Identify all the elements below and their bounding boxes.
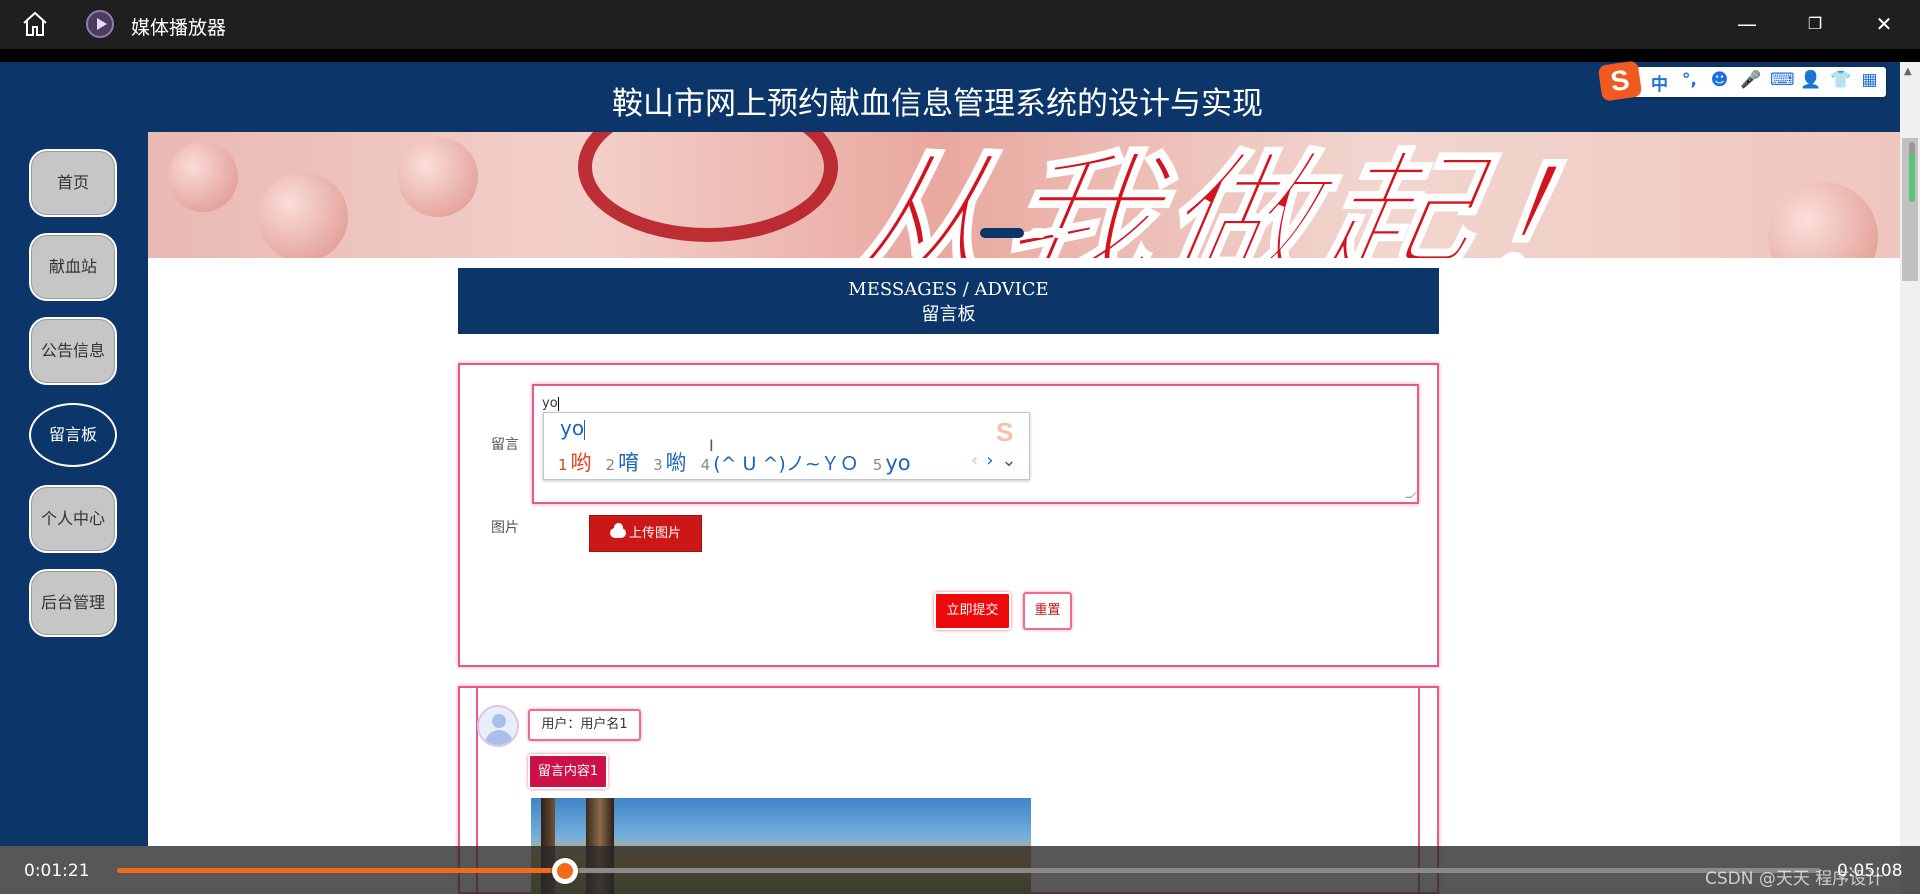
image-label: 图片 [491, 520, 519, 536]
banner-decoration [258, 172, 348, 258]
sidebar-item-announcements[interactable]: 公告信息 [29, 317, 117, 385]
message-content: 留言内容1 [528, 754, 608, 789]
seek-handle[interactable] [552, 858, 578, 884]
site-title: 鞍山市网上预约献血信息管理系统的设计与实现 [612, 86, 1263, 122]
sidebar-item-profile[interactable]: 个人中心 [29, 485, 117, 553]
sogou-logo-icon[interactable]: S [1597, 60, 1643, 102]
avatar [477, 705, 519, 747]
banner-slogan: 从我做起！ [829, 136, 1653, 259]
home-icon[interactable] [20, 11, 50, 37]
ime-candidate[interactable]: 2唷 [606, 447, 640, 477]
sidebar: 首页 献血站 公告信息 留言板 个人中心 后台管理 [0, 132, 148, 846]
ime-candidate[interactable]: 4 (^ U ^)ノ~ＹＯ [701, 449, 859, 476]
skin-icon[interactable]: 👕 [1830, 70, 1851, 95]
carousel-dot[interactable] [1030, 228, 1046, 238]
sidebar-item-message-board[interactable]: 留言板 [29, 403, 117, 467]
minimize-button[interactable]: — [1729, 8, 1765, 40]
ime-candidate[interactable]: 1哟 [558, 447, 592, 477]
close-button[interactable]: ✕ [1866, 8, 1902, 40]
banner-decoration [1768, 182, 1878, 258]
ime-prev-page-icon[interactable]: ‹ [971, 450, 978, 471]
microphone-icon[interactable]: 🎤 [1740, 70, 1761, 95]
ime-candidate-popup: yo S 1哟 2唷 3喲 4 (^ U ^)ノ~ＹＯ 5 yo ‹ › ⌄ [543, 412, 1030, 480]
ime-toolbar: S 中 °, ☻ 🎤 ⌨ 👤 👕 ▦ [1597, 60, 1886, 102]
message-label: 留言 [491, 437, 519, 453]
emoji-icon[interactable]: ☻ [1710, 70, 1729, 95]
section-title: MESSAGES / ADVICE 留言板 [458, 268, 1439, 334]
message-user-label: 用户：用户名1 [528, 709, 641, 741]
player-titlebar: 媒体播放器 — ❐ ✕ [0, 0, 1920, 49]
punctuation-icon[interactable]: °, [1680, 70, 1699, 95]
player-title: 媒体播放器 [131, 17, 227, 39]
seek-bar-progress [117, 868, 565, 873]
zh-mode-icon[interactable]: 中 [1650, 70, 1669, 95]
ime-candidate[interactable]: 5 yo [873, 451, 911, 475]
ime-next-page-icon[interactable]: › [986, 450, 993, 471]
banner-decoration [168, 142, 238, 212]
section-title-en: MESSAGES / ADVICE [848, 279, 1049, 300]
total-time: 0:05:08 [1837, 861, 1903, 881]
carousel-dot-active[interactable] [980, 228, 1024, 238]
banner-ribbon [578, 132, 838, 242]
ime-composition: yo [560, 416, 586, 440]
banner-decoration [398, 137, 478, 217]
user-icon[interactable]: 👤 [1800, 70, 1821, 95]
ime-expand-icon[interactable]: ⌄ [1001, 450, 1016, 471]
message-typed-text: yo [542, 396, 559, 411]
submit-button[interactable]: 立即提交 [934, 592, 1011, 630]
video-letterbox [0, 49, 1920, 62]
media-player-logo-icon [86, 10, 114, 38]
sogou-watermark-icon: S [996, 417, 1014, 447]
banner-carousel[interactable]: 从我做起！ [148, 132, 1900, 258]
upload-image-button[interactable]: 上传图片 [589, 515, 702, 552]
ime-candidate[interactable]: 3喲 [653, 447, 687, 477]
sidebar-item-admin[interactable]: 后台管理 [29, 569, 117, 637]
cloud-upload-icon [609, 523, 626, 538]
section-title-cn: 留言板 [921, 304, 976, 325]
toolbox-icon[interactable]: ▦ [1860, 70, 1879, 95]
text-cursor-icon: I [709, 436, 714, 455]
volume-indicator [1909, 142, 1915, 202]
restore-button[interactable]: ❐ [1797, 8, 1833, 40]
sidebar-item-home[interactable]: 首页 [29, 149, 117, 217]
carousel-dot[interactable] [1052, 228, 1068, 238]
reset-button[interactable]: 重置 [1023, 592, 1072, 630]
current-time: 0:01:21 [24, 861, 90, 881]
scroll-up-icon[interactable]: ▲ [1904, 66, 1912, 77]
keyboard-icon[interactable]: ⌨ [1770, 70, 1795, 95]
sidebar-item-blood-station[interactable]: 献血站 [29, 233, 117, 301]
